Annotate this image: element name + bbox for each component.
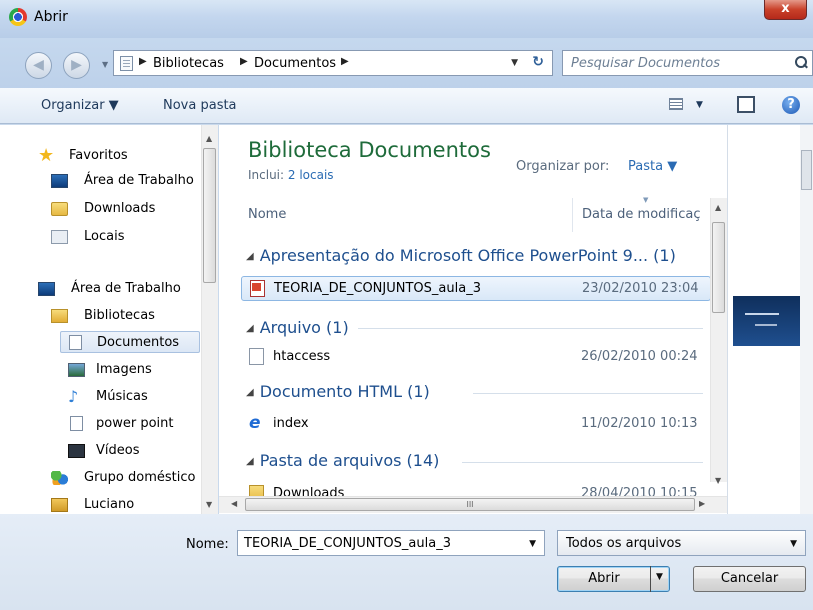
- group-divider: [473, 393, 703, 394]
- file-icon: [249, 348, 264, 365]
- file-type-select[interactable]: Todos os arquivos ▼: [557, 530, 806, 556]
- breadcrumb-separator[interactable]: ▶: [139, 56, 147, 67]
- title-bar: [0, 0, 813, 38]
- recent-pages-dropdown[interactable]: ▼: [102, 60, 108, 69]
- downloads-folder-icon: [51, 202, 68, 216]
- desktop-icon: [38, 282, 55, 296]
- breadcrumb-documentos[interactable]: Documentos: [254, 56, 336, 71]
- back-button[interactable]: ◀: [25, 52, 52, 79]
- search-icon[interactable]: [795, 56, 808, 69]
- collapse-arrow-icon: ◢: [246, 387, 254, 398]
- scroll-down-arrow[interactable]: ▼: [206, 500, 212, 509]
- organize-menu[interactable]: Organizar ▼: [41, 98, 119, 113]
- group-header-html[interactable]: ◢ Documento HTML (1): [246, 382, 430, 401]
- arrange-by-dropdown[interactable]: Pasta ▼: [628, 159, 677, 174]
- view-dropdown[interactable]: ▼: [696, 100, 703, 110]
- search-box[interactable]: Pesquisar Documentos: [562, 50, 813, 76]
- sort-arrow-icon: ▼: [643, 196, 649, 204]
- window-title: Abrir: [34, 9, 68, 25]
- dialog-footer: [0, 514, 813, 610]
- user-folder-icon: [51, 498, 68, 512]
- preview-pane-icon[interactable]: [737, 96, 755, 113]
- scroll-down-arrow[interactable]: ▼: [715, 476, 721, 485]
- recent-places-icon: [51, 230, 68, 244]
- ie-icon: e: [249, 413, 261, 433]
- help-icon[interactable]: ?: [782, 96, 800, 114]
- scroll-right-arrow[interactable]: ▶: [699, 499, 705, 508]
- scroll-up-arrow[interactable]: ▲: [206, 134, 212, 143]
- library-includes: Inclui: 2 locais: [248, 168, 334, 182]
- group-divider: [358, 328, 703, 329]
- group-divider: [462, 462, 703, 463]
- command-bar: [0, 88, 813, 124]
- library-icon: [120, 56, 133, 71]
- forward-button[interactable]: ▶: [63, 52, 90, 79]
- library-locations-link[interactable]: 2 locais: [288, 168, 334, 182]
- file-list-scrollbar-thumb[interactable]: [712, 222, 725, 313]
- arrange-by-label: Organizar por:: [516, 159, 610, 174]
- file-row[interactable]: TEORIA_DE_CONJUNTOS_aula_3 23/02/2010 23…: [241, 276, 711, 301]
- group-header-arquivo[interactable]: ◢ Arquivo (1): [246, 318, 349, 337]
- address-bar[interactable]: ▶ Bibliotecas ▶ Documentos ▶ ▼ ↻: [113, 50, 553, 76]
- file-row[interactable]: Downloads 28/04/2010 10:15: [241, 482, 711, 496]
- file-name-input[interactable]: TEORIA_DE_CONJUNTOS_aula_3 ▼: [237, 530, 545, 556]
- music-note-icon: ♪: [68, 387, 79, 406]
- address-dropdown[interactable]: ▼: [511, 58, 518, 68]
- folder-icon: [249, 485, 264, 496]
- file-name-value[interactable]: TEORIA_DE_CONJUNTOS_aula_3: [244, 536, 451, 551]
- star-icon: ★: [38, 145, 55, 166]
- group-header-powerpoint[interactable]: ◢ Apresentação do Microsoft Office PowerP…: [246, 246, 676, 265]
- library-title: Biblioteca Documentos: [248, 138, 491, 162]
- close-button[interactable]: x: [764, 0, 807, 20]
- desktop-icon: [51, 174, 68, 188]
- column-divider[interactable]: [572, 198, 573, 232]
- nav-documents[interactable]: Documentos: [60, 331, 200, 353]
- breadcrumb-bibliotecas[interactable]: Bibliotecas: [153, 56, 224, 71]
- column-header-name[interactable]: Nome: [248, 207, 286, 222]
- chevron-down-icon[interactable]: ▼: [790, 539, 797, 549]
- collapse-arrow-icon: ◢: [246, 456, 254, 467]
- collapse-arrow-icon: ◢: [246, 323, 254, 334]
- search-input[interactable]: Pesquisar Documentos: [571, 56, 720, 71]
- refresh-icon[interactable]: ↻: [532, 54, 544, 70]
- group-header-folders[interactable]: ◢ Pasta de arquivos (14): [246, 451, 439, 470]
- film-icon: [68, 444, 85, 458]
- new-folder-button[interactable]: Nova pasta: [163, 98, 237, 113]
- documents-icon: [69, 335, 82, 350]
- column-header-date[interactable]: Data de modificaç: [582, 207, 701, 222]
- libraries-icon: [51, 309, 68, 323]
- scroll-left-arrow[interactable]: ◀: [231, 499, 237, 508]
- homegroup-icon: [51, 471, 68, 485]
- open-options-dropdown[interactable]: [650, 566, 670, 592]
- breadcrumb-separator[interactable]: ▶: [240, 56, 248, 67]
- cancel-button[interactable]: Cancelar: [693, 566, 806, 592]
- breadcrumb-separator[interactable]: ▶: [341, 56, 349, 67]
- file-name-label: Nome:: [186, 537, 229, 552]
- library-icon: [70, 416, 83, 431]
- images-icon: [68, 363, 85, 377]
- view-options-icon[interactable]: [669, 98, 683, 110]
- chevron-down-icon[interactable]: ▼: [529, 539, 536, 549]
- nav-scrollbar-thumb[interactable]: [203, 148, 216, 283]
- preview-scrollbar-thumb[interactable]: [801, 150, 812, 190]
- file-type-value[interactable]: Todos os arquivos: [566, 536, 681, 551]
- collapse-arrow-icon: ◢: [246, 251, 254, 262]
- scroll-up-arrow[interactable]: ▲: [715, 203, 721, 212]
- file-row[interactable]: htaccess 26/02/2010 00:24: [241, 345, 711, 370]
- file-row[interactable]: e index 11/02/2010 10:13: [241, 412, 711, 437]
- chrome-icon: [9, 8, 27, 26]
- horizontal-scrollbar-thumb[interactable]: III: [245, 498, 695, 511]
- file-row-clipped[interactable]: Downloads 28/04/2010 10:15: [241, 482, 711, 496]
- ppt-icon: [250, 280, 265, 297]
